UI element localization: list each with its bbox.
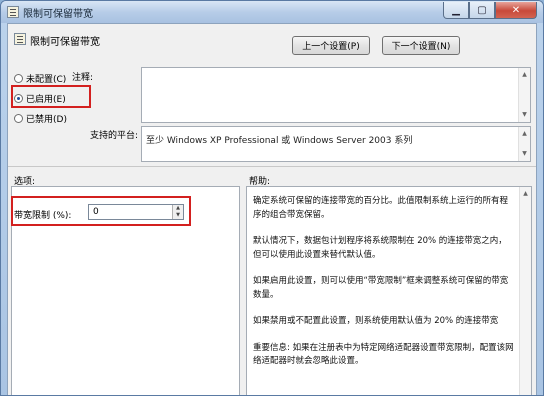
policy-setting-icon	[14, 33, 26, 45]
scroll-down-icon[interactable]: ▼	[519, 110, 530, 120]
dialog-body: 限制可保留带宽 上一个设置(P) 下一个设置(N) 未配置(C) 已启用(E) …	[7, 23, 537, 395]
help-paragraph: 如果禁用或不配置此设置，则系统使用默认值为 20% 的连接带宽	[253, 316, 499, 326]
help-paragraph: 确定系统可保留的连接带宽的百分比。此值限制系统上运行的所有程序的组合带宽保留。	[253, 196, 509, 220]
radio-circle[interactable]	[14, 74, 23, 83]
scroll-up-icon[interactable]: ▲	[520, 189, 531, 199]
radio-label-disabled: 已禁用(D)	[26, 115, 67, 125]
dialog-window: 限制可保留带宽 ▁ ▢ ✕ 限制可保留带宽 上一个设置(P) 下一个设置(N) …	[0, 0, 544, 396]
platform-scrollbar[interactable]: ▲ ▼	[518, 127, 530, 161]
help-pane: ▲ 确定系统可保留的连接带宽的百分比。此值限制系统上运行的所有程序的组合带宽保留…	[246, 186, 532, 395]
comment-scrollbar[interactable]: ▲ ▼	[518, 68, 530, 122]
radio-circle[interactable]	[14, 114, 23, 123]
comment-label: 注释:	[72, 73, 94, 83]
help-paragraph: 默认情况下，数据包计划程序将系统限制在 20% 的连接带宽之内，但可以使用此设置…	[253, 236, 507, 260]
highlight-bandwidth-box	[11, 196, 191, 226]
radio-label-not-configured: 未配置(C)	[26, 75, 67, 85]
radio-disabled[interactable]: 已禁用(D)	[14, 112, 67, 125]
supported-platform-value: 至少 Windows XP Professional 或 Windows Ser…	[146, 136, 413, 146]
maximize-button[interactable]: ▢	[469, 2, 495, 19]
scroll-up-icon[interactable]: ▲	[519, 70, 530, 80]
help-paragraph: 如果启用此设置，则可以使用“带宽限制”框来调整系统可保留的带宽数量。	[253, 276, 509, 300]
supported-platform-label: 支持的平台:	[90, 131, 139, 141]
next-setting-button[interactable]: 下一个设置(N)	[382, 36, 460, 55]
supported-platform-box: 至少 Windows XP Professional 或 Windows Ser…	[141, 126, 531, 162]
close-button[interactable]: ✕	[495, 2, 537, 19]
scroll-down-icon[interactable]: ▼	[519, 149, 530, 159]
minimize-button[interactable]: ▁	[443, 2, 469, 19]
window-controls: ▁ ▢ ✕	[443, 2, 537, 19]
radio-not-configured[interactable]: 未配置(C)	[14, 72, 66, 85]
title-bar[interactable]: 限制可保留带宽 ▁ ▢ ✕	[1, 1, 543, 23]
previous-setting-button[interactable]: 上一个设置(P)	[292, 36, 370, 55]
window-title: 限制可保留带宽	[23, 9, 93, 20]
policy-title: 限制可保留带宽	[30, 37, 100, 48]
help-text: 确定系统可保留的连接带宽的百分比。此值限制系统上运行的所有程序的组合带宽保留。 …	[253, 195, 515, 382]
policy-icon	[7, 6, 19, 18]
highlight-enabled-box	[11, 85, 91, 108]
comment-textarea[interactable]: ▲ ▼	[141, 67, 531, 123]
section-divider	[8, 166, 536, 167]
help-paragraph: 重要信息: 如果在注册表中为特定网络适配器设置带宽限制，配置该网络适配器时就会忽…	[253, 342, 514, 367]
scroll-up-icon[interactable]: ▲	[519, 129, 530, 139]
help-scrollbar[interactable]: ▲	[519, 187, 531, 395]
